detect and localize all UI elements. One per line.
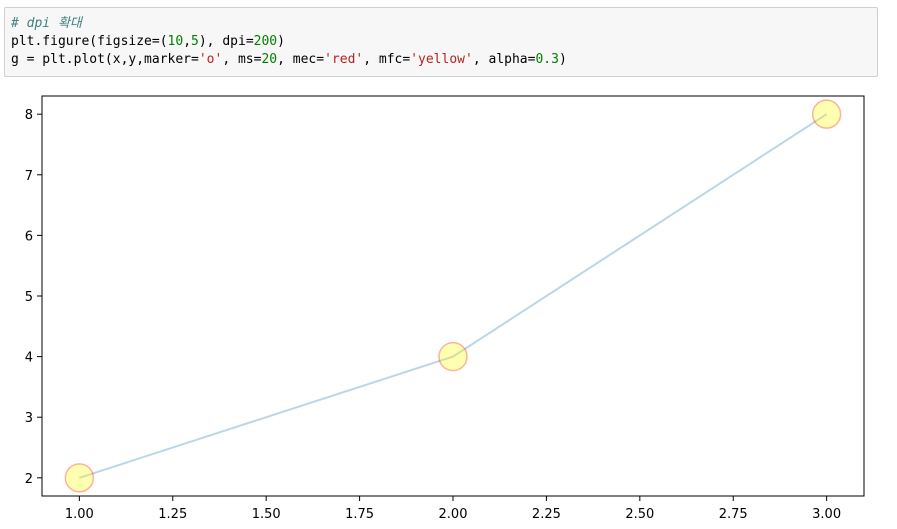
- code-token: ): [277, 34, 285, 49]
- data-point: [64, 463, 95, 493]
- code-line-comment: # dpi 확대: [11, 15, 82, 33]
- code-token: 5: [191, 34, 199, 49]
- code-token: ): [558, 52, 567, 67]
- y-tick-label: 3: [25, 411, 33, 426]
- y-tick-label: 6: [25, 229, 33, 244]
- code-line-figure: plt.figure(figsize=(10,5), dpi=200): [11, 33, 285, 51]
- x-tick-label: 1.25: [158, 507, 187, 522]
- x-tick-label: 2.75: [719, 507, 748, 522]
- y-tick-label: 2: [25, 472, 33, 487]
- axes-frame: [41, 95, 865, 497]
- x-tick-label: 1.00: [65, 507, 94, 522]
- x-tick-label: 2.00: [439, 507, 468, 522]
- code-cell[interactable]: # dpi 확대 plt.figure(figsize=(10,5), dpi=…: [4, 7, 878, 77]
- x-tick-label: 1.75: [345, 507, 374, 522]
- x-tick-label: 1.50: [252, 507, 281, 522]
- code-token: ), dpi=: [198, 34, 254, 49]
- cell-output: 1.00 1.25 1.50 1.75 2.00 2.25 2.50 2.75 3.00 2 3 4 5…: [0, 84, 897, 525]
- code-token: , mfc=: [363, 52, 411, 67]
- code-token: , ms=: [222, 52, 262, 67]
- code-token: , alpha=: [472, 52, 536, 67]
- y-tick-label: 8: [25, 108, 33, 123]
- code-line-plot: g = plt.plot(x,y,marker='o', ms=20, mec=…: [11, 51, 567, 69]
- code-comment: # dpi 확대: [11, 16, 82, 31]
- code-token: 'yellow': [410, 52, 473, 67]
- code-token: 20: [261, 52, 278, 67]
- line-chart: 1.00 1.25 1.50 1.75 2.00 2.25 2.50 2.75 3.00 2 3 4 5…: [25, 95, 865, 522]
- y-tick-label: 5: [25, 290, 33, 305]
- x-tick-label: 3.00: [812, 507, 841, 522]
- y-tick-label: 4: [25, 351, 33, 366]
- code-token: 'o': [198, 52, 223, 67]
- data-point: [438, 341, 468, 372]
- code-token: plt.figure(figsize=(: [11, 34, 168, 49]
- code-token: 200: [253, 34, 278, 49]
- code-token: 'red': [324, 52, 364, 67]
- code-token: 10: [167, 34, 184, 49]
- code-token: 0.3: [535, 52, 559, 67]
- code-token: g = plt.plot(x,y,marker=: [11, 52, 199, 67]
- data-point: [811, 99, 842, 129]
- code-token: , mec=: [277, 52, 325, 67]
- code-token: ,: [183, 34, 192, 49]
- series-line: [79, 113, 828, 479]
- x-tick-label: 2.50: [625, 507, 654, 522]
- y-tick-label: 7: [25, 169, 33, 184]
- x-tick-label: 2.25: [532, 507, 561, 522]
